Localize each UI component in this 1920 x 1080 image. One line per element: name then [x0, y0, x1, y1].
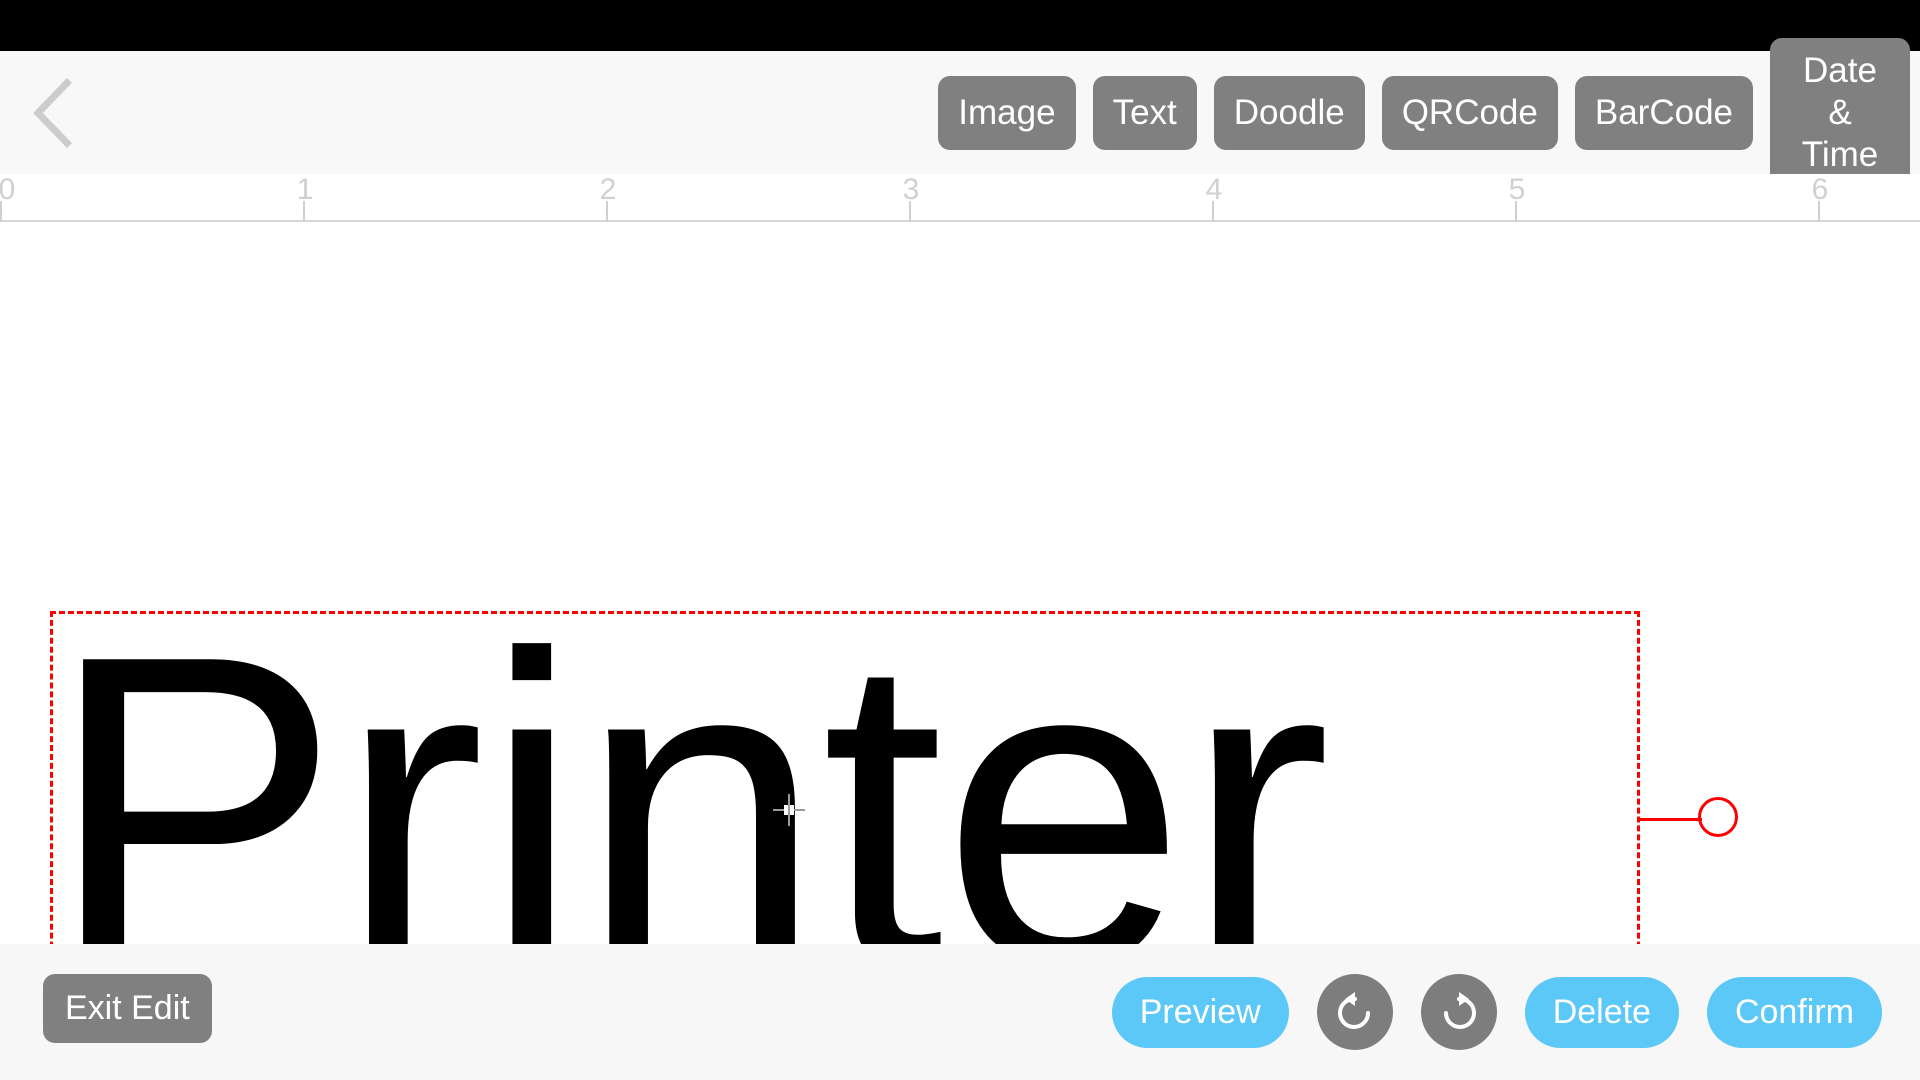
exit-edit-button[interactable]: Exit Edit [43, 974, 212, 1043]
selected-text-object[interactable]: Printer [47, 590, 1640, 944]
tool-button-text[interactable]: Text [1092, 75, 1197, 150]
ruler-label: 0 [0, 173, 16, 206]
redo-icon [1436, 989, 1482, 1035]
tool-button-group: Image Text Doodle QRCode BarCode Date & … [938, 37, 1910, 188]
undo-button[interactable] [1316, 974, 1393, 1050]
ruler-label: 5 [1508, 173, 1526, 206]
text-object-value: Printer [47, 564, 1331, 944]
ruler-label: 2 [599, 173, 617, 206]
chevron-left-icon [29, 78, 75, 148]
ruler-label: 6 [1811, 173, 1829, 206]
preview-button[interactable]: Preview [1111, 976, 1289, 1048]
tool-button-image[interactable]: Image [938, 75, 1076, 150]
rotate-handle[interactable] [1698, 797, 1738, 837]
ruler-label: 4 [1205, 173, 1223, 206]
ruler-label: 1 [296, 173, 314, 206]
top-toolbar: Image Text Doodle QRCode BarCode Date & … [0, 37, 1920, 188]
status-bar [0, 0, 1920, 51]
back-button[interactable] [14, 75, 90, 151]
delete-button[interactable]: Delete [1524, 976, 1679, 1048]
redo-button[interactable] [1420, 974, 1497, 1050]
label-editor-screen: Image Text Doodle QRCode BarCode Date & … [0, 0, 1920, 1080]
text-object-content: Printer [47, 590, 1637, 944]
label-canvas[interactable]: Printer [0, 222, 1920, 944]
bottom-action-group: Preview Delete Confirm [1111, 974, 1882, 1050]
ruler-label: 3 [902, 173, 920, 206]
horizontal-ruler: 0 1 2 3 4 5 6 [0, 173, 1920, 222]
rotate-handle-connector [1640, 818, 1702, 821]
tool-button-date-time[interactable]: Date & Time [1770, 37, 1910, 188]
undo-icon [1332, 989, 1378, 1035]
tool-button-qrcode[interactable]: QRCode [1381, 75, 1558, 150]
tool-button-barcode[interactable]: BarCode [1574, 75, 1753, 150]
confirm-button[interactable]: Confirm [1706, 976, 1882, 1048]
crosshair-icon [773, 794, 805, 826]
tool-button-doodle[interactable]: Doodle [1213, 75, 1365, 150]
